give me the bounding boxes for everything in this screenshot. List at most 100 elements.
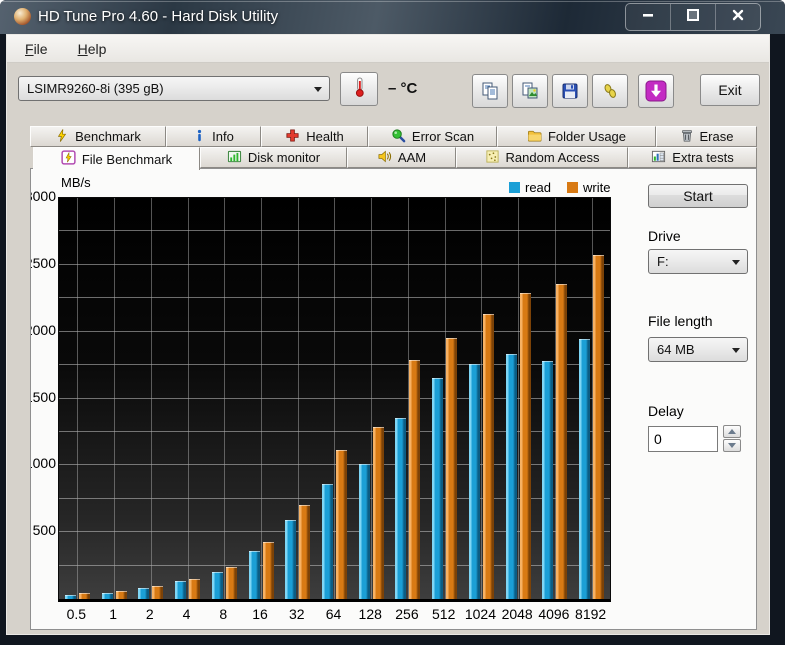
tab-health[interactable]: Health (261, 126, 368, 147)
drive-selector-value: LSIMR9260-8i (395 gB) (27, 81, 164, 96)
delay-label: Delay (648, 403, 684, 419)
bar-pair (463, 314, 500, 599)
gridline (187, 198, 189, 599)
tab-file-benchmark[interactable]: File Benchmark (33, 147, 200, 170)
bar-write-2048 (519, 293, 531, 599)
x-tick-label: 1024 (464, 606, 496, 622)
folder-icon (527, 128, 542, 146)
tab-benchmark[interactable]: Benchmark (30, 126, 166, 147)
random-access-icon (485, 149, 500, 167)
bar-write-1024 (482, 314, 494, 599)
drive-dropdown-value: F: (657, 254, 669, 269)
category-group (59, 198, 96, 599)
bar-write-4 (189, 579, 201, 599)
tab-extra-tests[interactable]: Extra tests (628, 147, 757, 168)
file-length-label: File length (648, 313, 713, 329)
tab-label: Error Scan (411, 129, 475, 144)
x-tick-label: 256 (395, 606, 419, 622)
tab-random-access[interactable]: Random Access (456, 147, 628, 168)
category-group (390, 198, 427, 599)
spinner-down-button[interactable] (723, 439, 741, 452)
gridline (261, 198, 263, 599)
bar-write-16 (262, 542, 274, 599)
bar-write-8 (225, 567, 237, 599)
category-group (500, 198, 537, 599)
menu-item-file[interactable]: File (19, 39, 54, 59)
bar-write-128 (372, 427, 384, 599)
options-icon (600, 81, 620, 101)
benchmark-chart (58, 197, 611, 602)
update-button[interactable] (638, 74, 674, 108)
error-scan-icon (391, 128, 406, 146)
tab-label: File Benchmark (81, 151, 173, 167)
bar-read-256 (395, 418, 407, 599)
bar-read-64 (321, 484, 333, 599)
maximize-button[interactable] (670, 4, 715, 30)
update-icon (644, 79, 668, 103)
tab-erase[interactable]: Erase (656, 126, 757, 147)
bar-write-64 (335, 450, 347, 599)
client-area: File Help LSIMR9260-8i (395 gB) – °C Exit… (6, 34, 770, 635)
bar-pair (390, 360, 427, 599)
drive-dropdown[interactable]: F: (648, 249, 748, 274)
category-group (206, 198, 243, 599)
x-tick-label: 64 (325, 606, 342, 622)
bar-pair (573, 255, 610, 599)
copy-text-button[interactable] (472, 74, 508, 108)
tab-row-2: File Benchmark Disk monitor AAM Random Acce… (6, 147, 770, 170)
menu-item-help[interactable]: Help (72, 39, 113, 59)
y-tick-label: 1500 (31, 388, 56, 405)
x-tick-label: 2048 (501, 606, 533, 622)
tab-error-scan[interactable]: Error Scan (368, 126, 497, 147)
tab-folder-usage[interactable]: Folder Usage (497, 126, 656, 147)
category-group (353, 198, 390, 599)
x-tick-label: 8192 (575, 606, 607, 622)
spinner-up-button[interactable] (723, 425, 741, 438)
delay-input[interactable] (648, 426, 718, 452)
extra-tests-icon (651, 149, 666, 167)
file-benchmark-page: MB/s read write 3000 2500 2000 1500 1000 500 0… (30, 168, 757, 630)
temperature-button[interactable] (340, 72, 378, 106)
category-group (316, 198, 353, 599)
exit-button[interactable]: Exit (700, 74, 760, 106)
options-button[interactable] (592, 74, 628, 108)
chevron-down-icon (314, 86, 322, 92)
file-benchmark-icon (61, 150, 76, 168)
start-button[interactable]: Start (648, 184, 748, 208)
y-tick-label: 1000 (31, 455, 56, 472)
file-length-dropdown[interactable]: 64 MB (648, 337, 748, 362)
aam-icon (377, 149, 392, 167)
gridline (114, 198, 116, 599)
tab-label: Info (212, 129, 234, 144)
minimize-button[interactable] (626, 4, 670, 30)
bar-read-4096 (542, 361, 554, 599)
tab-aam[interactable]: AAM (347, 147, 456, 168)
y-tick-label: 3000 (31, 188, 56, 204)
drive-label: Drive (648, 228, 681, 244)
category-group (169, 198, 206, 599)
delay-spinner (723, 425, 741, 452)
chevron-down-icon (732, 347, 740, 353)
start-button-label: Start (683, 188, 713, 204)
close-button[interactable] (715, 4, 760, 30)
tab-disk-monitor[interactable]: Disk monitor (200, 147, 347, 168)
window-title: HD Tune Pro 4.60 - Hard Disk Utility (38, 8, 279, 25)
drive-selector[interactable]: LSIMR9260-8i (395 gB) (18, 76, 330, 101)
copy-image-button[interactable] (512, 74, 548, 108)
category-group (96, 198, 133, 599)
copy-icon (480, 81, 500, 101)
bar-read-128 (358, 464, 370, 599)
tab-label: Disk monitor (247, 150, 321, 165)
tab-info[interactable]: Info (166, 126, 261, 147)
bar-write-1 (115, 591, 127, 599)
category-group (537, 198, 574, 599)
bar-pair (206, 567, 243, 599)
x-tick-label: 4096 (538, 606, 570, 622)
y-tick-label: 500 (32, 522, 56, 539)
x-tick-label: 128 (358, 606, 382, 622)
save-button[interactable] (552, 74, 588, 108)
category-group (426, 198, 463, 599)
thermometer-icon (349, 76, 369, 103)
y-tick-label: 2000 (31, 321, 56, 338)
health-icon (285, 128, 300, 146)
